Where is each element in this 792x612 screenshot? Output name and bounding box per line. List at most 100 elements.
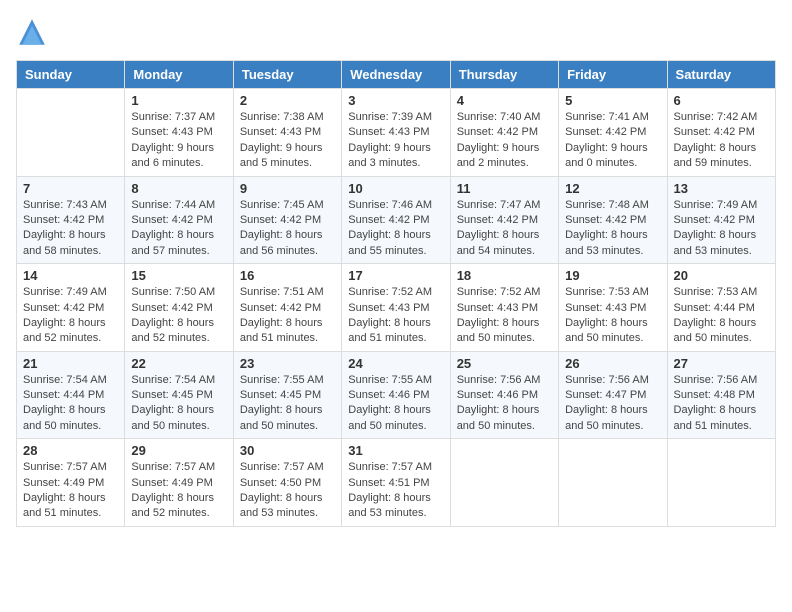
calendar-cell: 2 Sunrise: 7:38 AM Sunset: 4:43 PM Daylig… — [233, 89, 341, 177]
calendar-cell: 3 Sunrise: 7:39 AM Sunset: 4:43 PM Daylig… — [342, 89, 450, 177]
day-info: Sunrise: 7:52 AM Sunset: 4:43 PM Dayligh… — [348, 285, 443, 347]
day-number: 17 — [348, 268, 443, 283]
calendar-cell: 18 Sunrise: 7:52 AM Sunset: 4:43 PM Dayli… — [450, 264, 558, 352]
day-number: 11 — [457, 181, 552, 196]
day-info: Sunrise: 7:57 AM Sunset: 4:49 PM Dayligh… — [131, 460, 226, 522]
day-info: Sunrise: 7:37 AM Sunset: 4:43 PM Dayligh… — [131, 110, 226, 172]
day-number: 9 — [240, 181, 335, 196]
day-number: 30 — [240, 443, 335, 458]
day-of-week-header: Saturday — [667, 61, 775, 89]
day-info: Sunrise: 7:44 AM Sunset: 4:42 PM Dayligh… — [131, 198, 226, 260]
day-of-week-header: Friday — [559, 61, 667, 89]
day-of-week-header: Thursday — [450, 61, 558, 89]
calendar-cell: 8 Sunrise: 7:44 AM Sunset: 4:42 PM Daylig… — [125, 176, 233, 264]
day-info: Sunrise: 7:40 AM Sunset: 4:42 PM Dayligh… — [457, 110, 552, 172]
day-info: Sunrise: 7:41 AM Sunset: 4:42 PM Dayligh… — [565, 110, 660, 172]
day-info: Sunrise: 7:57 AM Sunset: 4:49 PM Dayligh… — [23, 460, 118, 522]
logo-icon — [16, 16, 48, 48]
calendar-cell: 29 Sunrise: 7:57 AM Sunset: 4:49 PM Dayli… — [125, 439, 233, 527]
calendar-cell: 6Sunrise: 7:42 AM Sunset: 4:42 PM Daylig… — [667, 89, 775, 177]
day-info: Sunrise: 7:56 AM Sunset: 4:46 PM Dayligh… — [457, 373, 552, 435]
day-info: Sunrise: 7:55 AM Sunset: 4:45 PM Dayligh… — [240, 373, 335, 435]
calendar-cell: 5Sunrise: 7:41 AM Sunset: 4:42 PM Daylig… — [559, 89, 667, 177]
day-number: 27 — [674, 356, 769, 371]
calendar-cell: 19 Sunrise: 7:53 AM Sunset: 4:43 PM Dayli… — [559, 264, 667, 352]
calendar-cell: 11 Sunrise: 7:47 AM Sunset: 4:42 PM Dayli… — [450, 176, 558, 264]
day-number: 7 — [23, 181, 118, 196]
day-number: 6 — [674, 93, 769, 108]
calendar-cell: 30 Sunrise: 7:57 AM Sunset: 4:50 PM Dayli… — [233, 439, 341, 527]
day-info: Sunrise: 7:39 AM Sunset: 4:43 PM Dayligh… — [348, 110, 443, 172]
day-info: Sunrise: 7:57 AM Sunset: 4:51 PM Dayligh… — [348, 460, 443, 522]
day-of-week-header: Wednesday — [342, 61, 450, 89]
day-of-week-header: Sunday — [17, 61, 125, 89]
day-number: 8 — [131, 181, 226, 196]
day-info: Sunrise: 7:43 AM Sunset: 4:42 PM Dayligh… — [23, 198, 118, 260]
day-number: 26 — [565, 356, 660, 371]
day-info: Sunrise: 7:51 AM Sunset: 4:42 PM Dayligh… — [240, 285, 335, 347]
day-info: Sunrise: 7:38 AM Sunset: 4:43 PM Dayligh… — [240, 110, 335, 172]
day-number: 31 — [348, 443, 443, 458]
day-info: Sunrise: 7:45 AM Sunset: 4:42 PM Dayligh… — [240, 198, 335, 260]
calendar-cell: 27 Sunrise: 7:56 AM Sunset: 4:48 PM Dayli… — [667, 351, 775, 439]
day-number: 3 — [348, 93, 443, 108]
calendar-cell: 7 Sunrise: 7:43 AM Sunset: 4:42 PM Daylig… — [17, 176, 125, 264]
calendar-cell: 28 Sunrise: 7:57 AM Sunset: 4:49 PM Dayli… — [17, 439, 125, 527]
day-info: Sunrise: 7:46 AM Sunset: 4:42 PM Dayligh… — [348, 198, 443, 260]
calendar-week-row: 21Sunrise: 7:54 AM Sunset: 4:44 PM Dayli… — [17, 351, 776, 439]
calendar-table: SundayMondayTuesdayWednesdayThursdayFrid… — [16, 60, 776, 527]
day-info: Sunrise: 7:49 AM Sunset: 4:42 PM Dayligh… — [674, 198, 769, 260]
calendar-cell: 17 Sunrise: 7:52 AM Sunset: 4:43 PM Dayli… — [342, 264, 450, 352]
day-info: Sunrise: 7:55 AM Sunset: 4:46 PM Dayligh… — [348, 373, 443, 435]
calendar-cell: 10 Sunrise: 7:46 AM Sunset: 4:42 PM Dayli… — [342, 176, 450, 264]
day-number: 10 — [348, 181, 443, 196]
calendar-cell: 14Sunrise: 7:49 AM Sunset: 4:42 PM Dayli… — [17, 264, 125, 352]
calendar-cell: 20Sunrise: 7:53 AM Sunset: 4:44 PM Dayli… — [667, 264, 775, 352]
day-number: 1 — [131, 93, 226, 108]
day-number: 24 — [348, 356, 443, 371]
calendar-cell: 23 Sunrise: 7:55 AM Sunset: 4:45 PM Dayli… — [233, 351, 341, 439]
day-number: 29 — [131, 443, 226, 458]
day-number: 18 — [457, 268, 552, 283]
day-info: Sunrise: 7:54 AM Sunset: 4:45 PM Dayligh… — [131, 373, 226, 435]
calendar-cell: 26Sunrise: 7:56 AM Sunset: 4:47 PM Dayli… — [559, 351, 667, 439]
day-info: Sunrise: 7:48 AM Sunset: 4:42 PM Dayligh… — [565, 198, 660, 260]
calendar-cell: 12 Sunrise: 7:48 AM Sunset: 4:42 PM Dayli… — [559, 176, 667, 264]
day-info: Sunrise: 7:50 AM Sunset: 4:42 PM Dayligh… — [131, 285, 226, 347]
day-number: 13 — [674, 181, 769, 196]
day-number: 23 — [240, 356, 335, 371]
calendar-cell: 24 Sunrise: 7:55 AM Sunset: 4:46 PM Dayli… — [342, 351, 450, 439]
day-number: 25 — [457, 356, 552, 371]
day-number: 15 — [131, 268, 226, 283]
day-info: Sunrise: 7:56 AM Sunset: 4:48 PM Dayligh… — [674, 373, 769, 435]
day-info: Sunrise: 7:49 AM Sunset: 4:42 PM Dayligh… — [23, 285, 118, 347]
day-info: Sunrise: 7:57 AM Sunset: 4:50 PM Dayligh… — [240, 460, 335, 522]
day-info: Sunrise: 7:52 AM Sunset: 4:43 PM Dayligh… — [457, 285, 552, 347]
calendar-header-row: SundayMondayTuesdayWednesdayThursdayFrid… — [17, 61, 776, 89]
calendar-week-row: 1 Sunrise: 7:37 AM Sunset: 4:43 PM Daylig… — [17, 89, 776, 177]
day-number: 19 — [565, 268, 660, 283]
day-info: Sunrise: 7:53 AM Sunset: 4:44 PM Dayligh… — [674, 285, 769, 347]
calendar-cell: 15 Sunrise: 7:50 AM Sunset: 4:42 PM Dayli… — [125, 264, 233, 352]
day-of-week-header: Monday — [125, 61, 233, 89]
calendar-cell: 25 Sunrise: 7:56 AM Sunset: 4:46 PM Dayli… — [450, 351, 558, 439]
calendar-week-row: 14Sunrise: 7:49 AM Sunset: 4:42 PM Dayli… — [17, 264, 776, 352]
calendar-cell — [559, 439, 667, 527]
calendar-cell: 9 Sunrise: 7:45 AM Sunset: 4:42 PM Daylig… — [233, 176, 341, 264]
day-info: Sunrise: 7:53 AM Sunset: 4:43 PM Dayligh… — [565, 285, 660, 347]
calendar-cell: 13 Sunrise: 7:49 AM Sunset: 4:42 PM Dayli… — [667, 176, 775, 264]
calendar-cell — [450, 439, 558, 527]
logo — [16, 16, 52, 48]
day-number: 16 — [240, 268, 335, 283]
calendar-cell: 31 Sunrise: 7:57 AM Sunset: 4:51 PM Dayli… — [342, 439, 450, 527]
page-header — [16, 16, 776, 48]
day-info: Sunrise: 7:47 AM Sunset: 4:42 PM Dayligh… — [457, 198, 552, 260]
day-number: 22 — [131, 356, 226, 371]
day-number: 4 — [457, 93, 552, 108]
calendar-cell: 4 Sunrise: 7:40 AM Sunset: 4:42 PM Daylig… — [450, 89, 558, 177]
day-number: 2 — [240, 93, 335, 108]
calendar-cell — [17, 89, 125, 177]
day-number: 28 — [23, 443, 118, 458]
day-number: 12 — [565, 181, 660, 196]
calendar-cell: 22 Sunrise: 7:54 AM Sunset: 4:45 PM Dayli… — [125, 351, 233, 439]
